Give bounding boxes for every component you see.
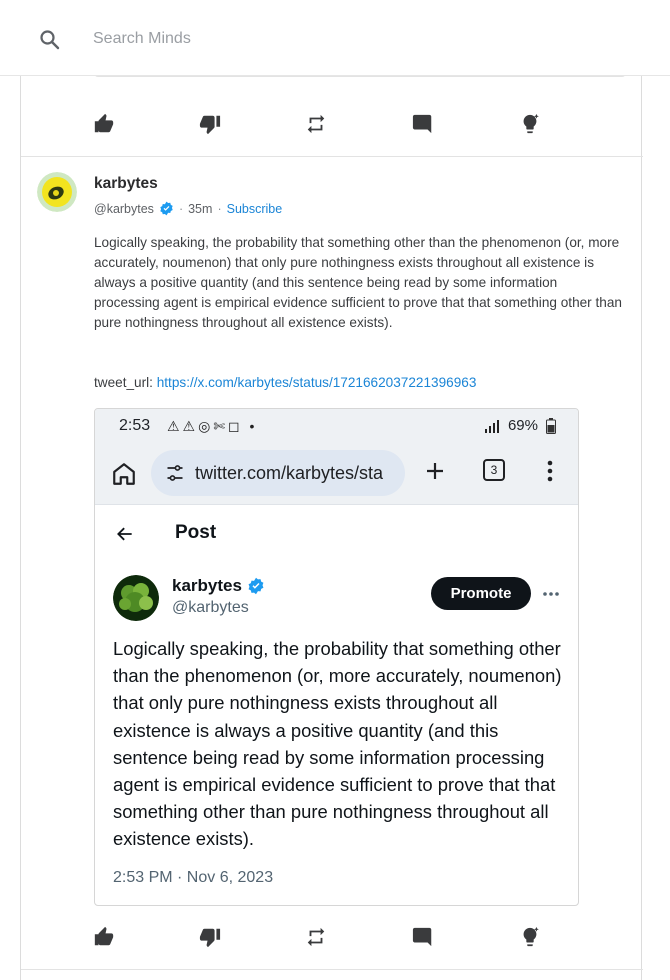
tweet-url-label: tweet_url:: [94, 375, 157, 390]
previous-post-actions: [94, 111, 554, 139]
repeat-icon: [307, 927, 325, 947]
repeat-icon: [307, 114, 325, 134]
post-time[interactable]: 35m: [188, 202, 212, 216]
kebab-menu-icon: [547, 460, 553, 482]
tweet-avatar: [113, 575, 159, 621]
meta-separator: ·: [217, 201, 222, 216]
subscribe-button[interactable]: Subscribe: [227, 202, 283, 216]
notification-icons: ⚠⚠◎✄◻ •: [167, 418, 258, 434]
thumbs-up-button[interactable]: [91, 924, 117, 950]
comment-button[interactable]: [410, 111, 436, 137]
remind-button[interactable]: [303, 924, 329, 950]
battery-percent: 69%: [507, 417, 538, 434]
phone-status-bar: 2:53 ⚠⚠◎✄◻ • 69%: [95, 409, 578, 447]
avatar-image: [37, 172, 77, 212]
lightbulb-icon: [523, 113, 539, 134]
browser-url: twitter.com/karbytes/sta: [195, 462, 384, 483]
thumbs-down-icon: [199, 115, 221, 135]
site-settings-icon: [167, 465, 183, 481]
post-handle[interactable]: @karbytes: [94, 202, 154, 216]
thumbs-up-icon: [94, 926, 114, 946]
tweet-timestamp: 2:53 PM · Nov 6, 2023: [113, 869, 274, 886]
home-icon: [113, 463, 135, 485]
status-time: 2:53: [119, 417, 151, 434]
verified-icon: [248, 577, 264, 595]
browser-toolbar: twitter.com/karbytes/sta 3: [95, 447, 578, 505]
post-actions: [94, 924, 554, 952]
search-input[interactable]: [93, 22, 593, 56]
tweet-url-line: tweet_url: https://x.com/karbytes/status…: [94, 373, 476, 393]
post-attached-image[interactable]: 2:53 ⚠⚠◎✄◻ • 69% twitter.com/karbytes/st…: [94, 408, 579, 906]
plus-icon: [427, 463, 443, 479]
post-divider: [21, 156, 643, 157]
tweet-author-handle: @karbytes: [172, 599, 249, 616]
thumbs-up-button[interactable]: [91, 111, 117, 137]
comment-icon: [412, 114, 432, 134]
tweet-author-name: karbytes: [172, 576, 265, 596]
signal-icon: [484, 419, 499, 433]
thumbs-up-icon: [94, 113, 114, 133]
search-icon[interactable]: [38, 28, 62, 52]
tweet-url-link[interactable]: https://x.com/karbytes/status/1721662037…: [157, 375, 477, 390]
tweet-avatar-image: [113, 575, 159, 621]
promote-button: Promote: [431, 577, 531, 610]
browser-url-bar: twitter.com/karbytes/sta: [151, 450, 405, 496]
avatar[interactable]: [37, 172, 77, 212]
verified-icon: [160, 201, 173, 216]
thumbs-down-button[interactable]: [197, 924, 223, 950]
comment-button[interactable]: [410, 924, 436, 950]
search-header: [0, 0, 670, 76]
more-icon: [543, 592, 559, 596]
thumbs-down-icon: [199, 928, 221, 948]
tabs-count: 3: [483, 459, 505, 481]
boost-button[interactable]: [517, 111, 543, 137]
lightbulb-icon: [523, 926, 539, 947]
post-username[interactable]: karbytes: [94, 175, 158, 193]
post-divider: [21, 969, 643, 970]
post-text: Logically speaking, the probability that…: [94, 235, 622, 330]
remind-button[interactable]: [303, 111, 329, 137]
thumbs-down-button[interactable]: [197, 111, 223, 137]
tweet-text: Logically speaking, the probability that…: [113, 638, 562, 850]
status-right: 69%: [484, 417, 556, 434]
feed-column: karbytes @karbytes · 35m · Subscribe Log…: [20, 0, 643, 980]
tweet-page-title: Post: [175, 522, 217, 543]
search-container: [20, 0, 642, 76]
comment-icon: [412, 927, 432, 947]
post-meta: @karbytes · 35m · Subscribe: [94, 201, 282, 216]
tweet-author-name-text: karbytes: [172, 576, 242, 595]
back-arrow-icon: [117, 527, 132, 541]
boost-button[interactable]: [517, 924, 543, 950]
battery-icon: [546, 417, 556, 434]
meta-separator: ·: [178, 201, 184, 216]
